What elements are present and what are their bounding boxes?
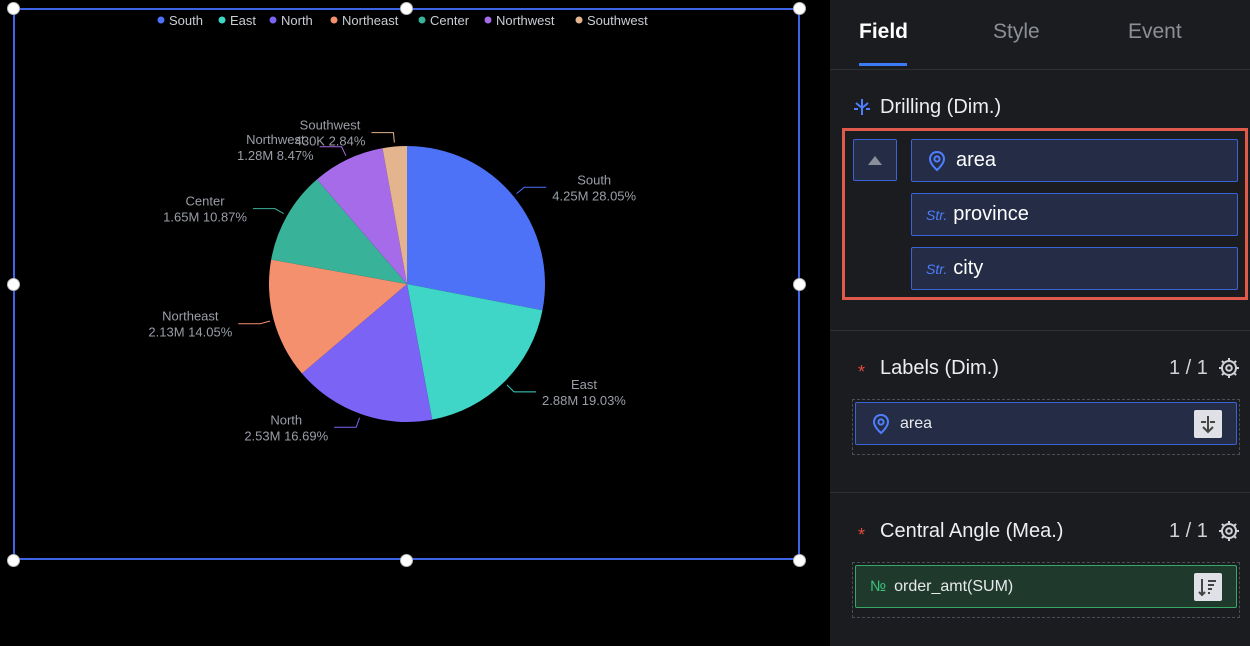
triangle-up-icon xyxy=(868,155,882,165)
drill-button[interactable] xyxy=(1194,410,1222,438)
resize-handle-middle-left[interactable] xyxy=(7,278,20,291)
drill-field-label: city xyxy=(953,257,984,279)
resize-handle-top-left[interactable] xyxy=(7,2,20,15)
required-mark: * xyxy=(858,525,866,545)
tab-event[interactable]: Event xyxy=(1128,20,1182,44)
gear-icon[interactable] xyxy=(1218,357,1240,379)
string-type-tag: Str. xyxy=(926,260,948,277)
drill-field-label: province xyxy=(953,203,1029,225)
selection-frame[interactable] xyxy=(13,8,800,560)
drill-icon xyxy=(854,99,870,115)
section-divider xyxy=(830,492,1250,493)
chart-canvas[interactable]: South East North Northeast Center Northwest So… xyxy=(0,0,830,646)
number-type-tag: № xyxy=(870,578,887,595)
resize-handle-middle-right[interactable] xyxy=(793,278,806,291)
location-pin-icon xyxy=(928,150,946,171)
string-type-tag: Str. xyxy=(926,206,948,223)
panel-tabs: Field Style Event xyxy=(830,0,1250,70)
sort-button[interactable] xyxy=(1194,573,1222,601)
resize-handle-bottom-left[interactable] xyxy=(7,554,20,567)
section-divider xyxy=(830,330,1250,331)
gear-icon[interactable] xyxy=(1218,520,1240,542)
drill-field-label: area xyxy=(956,149,997,171)
labels-field-label: area xyxy=(900,414,933,432)
drilling-title: Drilling (Dim.) xyxy=(880,96,1002,118)
config-panel: Field Style Event Drilling (Dim.) area S… xyxy=(830,0,1250,646)
required-mark: * xyxy=(858,362,866,382)
active-tab-indicator xyxy=(859,63,907,66)
drill-field-area[interactable]: area xyxy=(911,139,1238,182)
labels-count: 1 / 1 xyxy=(1169,357,1208,379)
resize-handle-top-center[interactable] xyxy=(400,2,413,15)
resize-handle-top-right[interactable] xyxy=(793,2,806,15)
central-angle-field-label: order_amt(SUM) xyxy=(894,577,1014,595)
sort-icon xyxy=(1198,579,1216,597)
location-pin-icon xyxy=(872,413,890,434)
central-angle-title: Central Angle (Mea.) xyxy=(880,520,1064,542)
drill-field-city[interactable]: Str. city xyxy=(911,247,1238,290)
labels-drop-zone[interactable]: area xyxy=(852,399,1240,455)
tab-style[interactable]: Style xyxy=(993,20,1040,44)
labels-title: Labels (Dim.) xyxy=(880,357,999,379)
resize-handle-bottom-center[interactable] xyxy=(400,554,413,567)
central-angle-drop-zone[interactable]: № order_amt(SUM) xyxy=(852,562,1240,618)
central-angle-count: 1 / 1 xyxy=(1169,520,1208,542)
resize-handle-bottom-right[interactable] xyxy=(793,554,806,567)
tab-field[interactable]: Field xyxy=(859,20,908,44)
labels-field-area[interactable]: area xyxy=(855,402,1237,445)
central-angle-field[interactable]: № order_amt(SUM) xyxy=(855,565,1237,608)
collapse-button[interactable] xyxy=(853,139,897,181)
drill-icon xyxy=(1201,416,1215,434)
drill-field-province[interactable]: Str. province xyxy=(911,193,1238,236)
